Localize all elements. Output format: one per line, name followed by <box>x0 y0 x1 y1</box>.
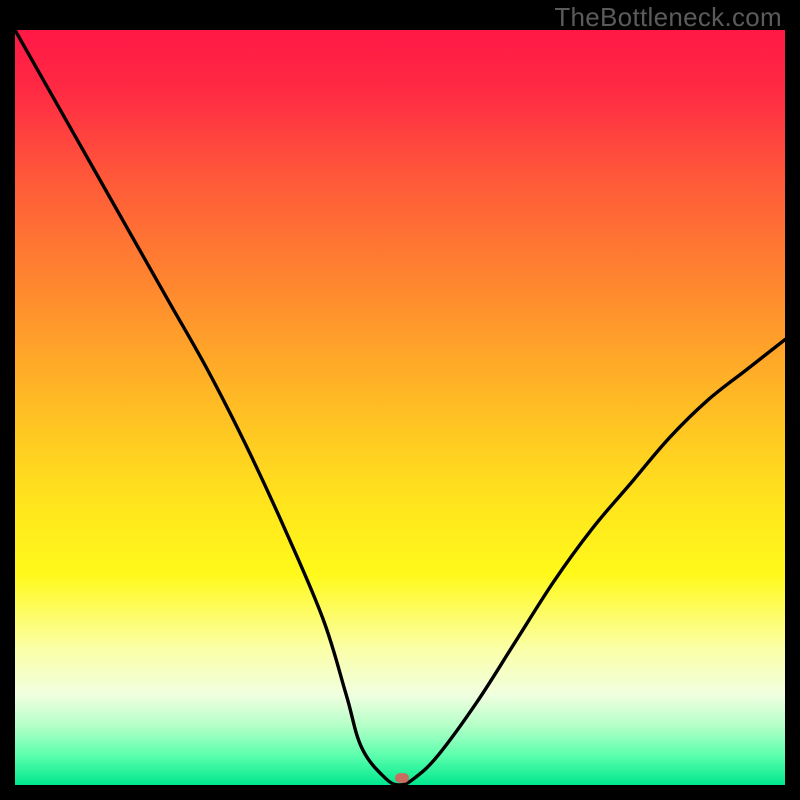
gradient-background <box>15 30 785 785</box>
plot-area <box>15 30 785 785</box>
watermark-text: TheBottleneck.com <box>554 2 782 33</box>
marker-dot <box>395 773 409 783</box>
chart-svg <box>15 30 785 785</box>
chart-frame: TheBottleneck.com <box>0 0 800 800</box>
